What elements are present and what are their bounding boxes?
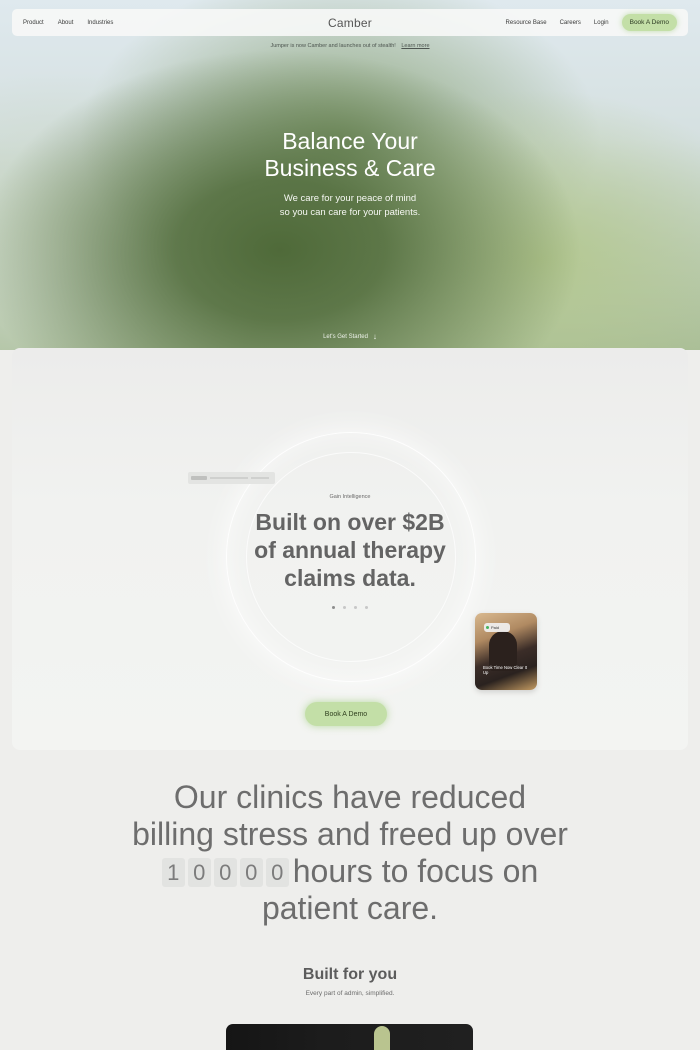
counter-digit: 0	[239, 858, 263, 887]
carousel-dot-2[interactable]	[343, 606, 346, 609]
counter-digit: 0	[213, 858, 237, 887]
carousel-dot-4[interactable]	[365, 606, 368, 609]
claim-card-bar-short	[251, 477, 269, 479]
floating-claim-card	[188, 472, 275, 484]
nav-link-careers[interactable]: Careers	[560, 20, 581, 26]
lets-get-started-link[interactable]: Let's Get Started ↓	[0, 332, 700, 341]
logo[interactable]: Camber	[328, 16, 372, 30]
carousel-dot-3[interactable]	[354, 606, 357, 609]
book-demo-button[interactable]: Book A Demo	[305, 702, 387, 726]
clinic-stat-statement: Our clinics have reduced billing stress …	[0, 779, 700, 927]
hero-subtitle-line2: so you can care for your patients.	[279, 207, 421, 218]
claim-card-pill	[191, 476, 207, 480]
arrow-down-icon: ↓	[372, 332, 377, 341]
announcement-text: Jumper is now Camber and launches out of…	[270, 43, 396, 49]
photo-card-caption: Book Time Now Clear It Up	[483, 665, 527, 675]
counter-digit: 0	[187, 858, 211, 887]
lets-get-started-label: Let's Get Started	[323, 334, 368, 340]
nav-left-links: Product About Industries	[23, 20, 113, 26]
intelligence-eyebrow: Gain Intelligence	[329, 494, 371, 500]
nav-book-demo-button[interactable]: Book A Demo	[621, 14, 677, 31]
status-dot-icon	[486, 626, 489, 629]
claim-card-bar	[210, 477, 248, 479]
hours-counter: 1 0 0 0 0	[161, 858, 289, 887]
counter-digit: 0	[265, 858, 289, 887]
nav-link-product[interactable]: Product	[23, 20, 44, 26]
nav-link-about[interactable]: About	[58, 20, 74, 26]
nav-link-login[interactable]: Login	[594, 20, 609, 26]
stat-line4: patient care.	[261, 890, 439, 926]
intelligence-section: Gain Intelligence Built on over $2B of a…	[12, 348, 688, 750]
media-object	[374, 1026, 390, 1050]
hero-title-line1: Balance Your	[282, 128, 418, 154]
feature-media-preview	[226, 1024, 473, 1050]
announcement-bar: Jumper is now Camber and launches out of…	[0, 43, 700, 49]
carousel-dots	[12, 606, 688, 609]
hero-title-line2: Business & Care	[264, 155, 436, 181]
built-for-you-subtitle: Every part of admin, simplified.	[305, 990, 395, 997]
counter-digit: 1	[161, 858, 185, 887]
intelligence-headline: Built on over $2B of annual therapy clai…	[12, 508, 688, 592]
carousel-dot-1[interactable]	[332, 606, 335, 609]
hero-subtitle: We care for your peace of mind so you ca…	[0, 192, 700, 220]
patient-photo-card: Paid Book Time Now Clear It Up	[475, 613, 537, 690]
paid-badge: Paid	[484, 623, 510, 632]
nav-link-industries[interactable]: Industries	[87, 20, 113, 26]
top-nav: Product About Industries Camber Resource…	[12, 9, 688, 36]
intelligence-headline-line2: of annual therapy	[254, 537, 446, 563]
nav-link-resource-base[interactable]: Resource Base	[506, 20, 547, 26]
hero-subtitle-line1: We care for your peace of mind	[283, 193, 417, 204]
stat-line3: hours to focus on	[292, 853, 539, 889]
intelligence-headline-line3: claims data.	[284, 565, 416, 591]
stat-line2: billing stress and freed up over	[132, 816, 568, 852]
paid-badge-label: Paid	[491, 625, 500, 630]
built-for-you-title: Built for you	[302, 966, 398, 983]
hero-title: Balance Your Business & Care	[0, 128, 700, 182]
hero-section: Product About Industries Camber Resource…	[0, 0, 700, 350]
stat-line1: Our clinics have reduced	[173, 779, 527, 815]
nav-right-links: Resource Base Careers Login Book A Demo	[506, 14, 677, 31]
intelligence-headline-line1: Built on over $2B	[255, 509, 445, 535]
announcement-learn-more-link[interactable]: Learn more	[401, 43, 429, 49]
